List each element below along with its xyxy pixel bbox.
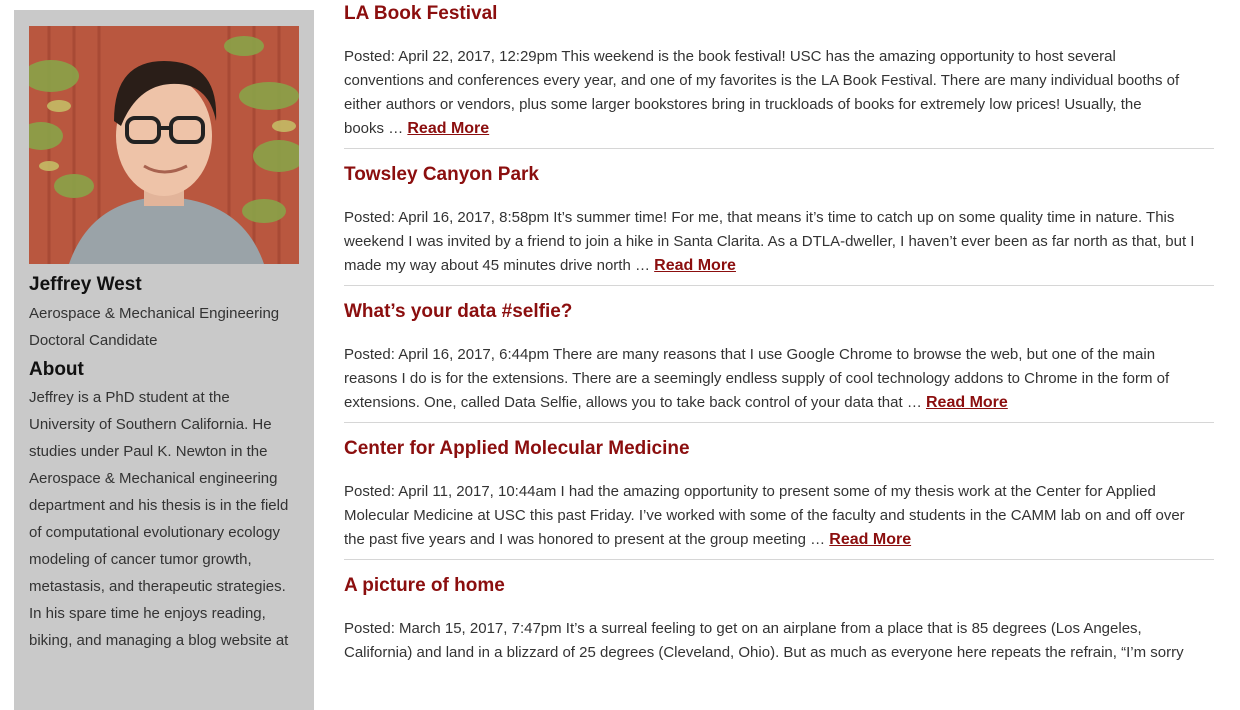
- about-line: University of Southern California. He: [29, 416, 272, 433]
- post-excerpt-line: Posted: April 11, 2017, 10:44am I had th…: [344, 483, 1156, 500]
- about-line: of computational evolutionary ecology: [29, 524, 280, 541]
- post-divider: [344, 285, 1214, 286]
- profile-role-department: Aerospace & Mechanical Engineering: [29, 305, 280, 322]
- about-line: department and his thesis is in the fiel…: [29, 497, 289, 514]
- post-excerpt-line: Posted: April 16, 2017, 6:44pm There are…: [344, 346, 1156, 363]
- post-excerpt-last-line: extensions. One, called Data Selfie, all…: [344, 391, 1214, 415]
- about-line: Jeffrey is a PhD student at the: [29, 389, 230, 406]
- post-title-link[interactable]: Center for Applied Molecular Medicine: [344, 438, 690, 460]
- post-excerpt-line: conventions and conferences every year, …: [344, 72, 1180, 89]
- post-excerpt-line: Molecular Medicine at USC this past Frid…: [344, 507, 1185, 524]
- post-excerpt-last-line: made my way about 45 minutes drive north…: [344, 254, 1214, 278]
- post-excerpt-line: Posted: April 16, 2017, 8:58pm It’s summ…: [344, 209, 1175, 226]
- post-excerpt: Posted: April 16, 2017, 8:58pm It’s summ…: [344, 206, 1214, 278]
- post-excerpt-last-line: the past five years and I was honored to…: [344, 528, 1214, 552]
- about-line: Aerospace & Mechanical engineering: [29, 470, 278, 487]
- post-excerpt: Posted: April 11, 2017, 10:44am I had th…: [344, 480, 1214, 552]
- post-title-link[interactable]: A picture of home: [344, 575, 505, 597]
- post-divider: [344, 559, 1214, 560]
- post-excerpt-line: weekend I was invited by a friend to joi…: [344, 233, 1195, 250]
- about-line: metastasis, and therapeutic strategies.: [29, 578, 286, 595]
- post-title-link[interactable]: What’s your data #selfie?: [344, 301, 572, 323]
- about-line: In his spare time he enjoys reading,: [29, 605, 266, 622]
- read-more-link[interactable]: Read More: [654, 257, 736, 274]
- post-excerpt: Posted: March 15, 2017, 7:47pm It’s a su…: [344, 617, 1214, 665]
- post-divider: [344, 422, 1214, 423]
- about-heading: About: [29, 359, 84, 380]
- post-excerpt-line: California) and land in a blizzard of 25…: [344, 644, 1184, 661]
- post-excerpt: Posted: April 22, 2017, 12:29pm This wee…: [344, 45, 1214, 141]
- post-excerpt-line: Posted: April 22, 2017, 12:29pm This wee…: [344, 48, 1116, 65]
- post-excerpt-line: Posted: March 15, 2017, 7:47pm It’s a su…: [344, 620, 1142, 637]
- profile-role: Aerospace & Mechanical Engineering Docto…: [29, 300, 309, 354]
- read-more-link[interactable]: Read More: [926, 394, 1008, 411]
- post-title-link[interactable]: LA Book Festival: [344, 3, 497, 25]
- post-excerpt-line: either authors or vendors, plus some lar…: [344, 96, 1142, 113]
- post-excerpt-tail: the past five years and I was honored to…: [344, 531, 826, 548]
- post-divider: [344, 148, 1214, 149]
- about-text: Jeffrey is a PhD student at the Universi…: [29, 384, 307, 654]
- read-more-link[interactable]: Read More: [407, 120, 489, 137]
- post-excerpt-tail: books …: [344, 120, 404, 137]
- post-title-link[interactable]: Towsley Canyon Park: [344, 164, 539, 186]
- profile-role-title: Doctoral Candidate: [29, 332, 158, 349]
- read-more-link[interactable]: Read More: [829, 531, 911, 548]
- profile-sidebar: Jeffrey West Aerospace & Mechanical Engi…: [14, 10, 314, 710]
- about-line: modeling of cancer tumor growth,: [29, 551, 252, 568]
- post-excerpt-line: reasons I do is for the extensions. Ther…: [344, 370, 1170, 387]
- post-excerpt-last-line: books … Read More: [344, 117, 1214, 141]
- about-line: studies under Paul K. Newton in the: [29, 443, 268, 460]
- post-excerpt: Posted: April 16, 2017, 6:44pm There are…: [344, 343, 1214, 415]
- post-excerpt-tail: extensions. One, called Data Selfie, all…: [344, 394, 922, 411]
- post-excerpt-tail: made my way about 45 minutes drive north…: [344, 257, 650, 274]
- profile-photo: [29, 26, 299, 264]
- profile-name: Jeffrey West: [29, 274, 142, 295]
- about-line: biking, and managing a blog website at: [29, 632, 289, 649]
